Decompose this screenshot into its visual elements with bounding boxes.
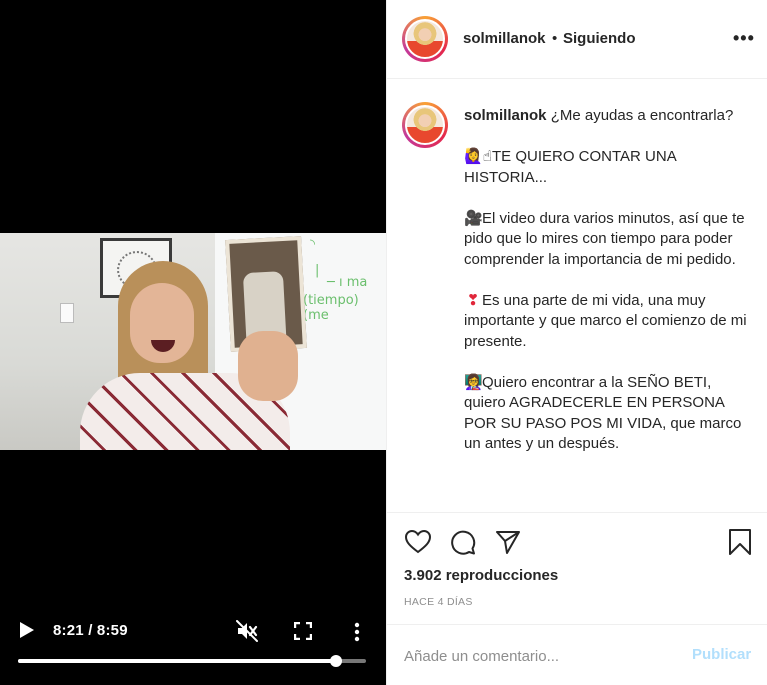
fullscreen-icon[interactable] [293, 621, 313, 641]
comment-input[interactable] [404, 646, 674, 666]
person-hands [238, 331, 298, 401]
more-options-icon[interactable] [352, 621, 362, 643]
light-switch [60, 303, 74, 323]
caption-line: TE QUIERO CONTAR UNA HISTORIA... [464, 148, 676, 186]
caption-paragraph: 🙋‍♀️☝TE QUIERO CONTAR UNA HISTORIA... [464, 147, 754, 188]
view-count[interactable]: 3.902 reproducciones [404, 567, 558, 584]
post-side-panel: solmillanok • Siguiendo ••• solmillanok … [386, 0, 767, 685]
mute-icon[interactable] [236, 620, 258, 642]
comment-bar: Publicar [387, 624, 767, 685]
avatar[interactable] [402, 16, 448, 62]
caption-paragraph: ❣ Es una parte de mi vida, una muy import… [464, 291, 754, 353]
save-bookmark-icon[interactable] [726, 528, 754, 556]
more-options-icon[interactable]: ••• [733, 28, 755, 49]
post-caption: solmillanok ¿Me ayudas a encontrarla? 🙋‍… [387, 80, 767, 512]
caption-paragraph: 👩‍🏫Quiero encontrar a la SEÑO BETI, quie… [464, 373, 754, 455]
comment-icon[interactable] [449, 528, 477, 556]
video-time: 8:21 / 8:59 [53, 622, 128, 639]
instagram-post-modal: ◝ | ─ ı ma (tiempo) (me 8:21 / 8:59 solm… [0, 0, 767, 685]
header-separator: • [552, 30, 558, 47]
post-date[interactable]: HACE 4 DÍAS [404, 596, 473, 608]
video-controls: 8:21 / 8:59 [0, 612, 386, 685]
caption-paragraph: 🎥El video dura varios minutos, así que t… [464, 209, 754, 271]
teacher-icon: 👩‍🏫 [464, 373, 483, 391]
heart-exclamation-icon: ❣ [466, 291, 480, 309]
video-progress-bar[interactable] [18, 655, 366, 667]
caption-line: El video dura varios minutos, así que te… [464, 209, 745, 268]
play-icon[interactable] [20, 622, 34, 638]
like-heart-icon[interactable] [404, 528, 432, 556]
caption-intro: ¿Me ayudas a encontrarla? [550, 107, 734, 124]
caption-line: Quiero encontrar a la SEÑO BETI, quiero … [464, 373, 742, 453]
video-frame[interactable]: ◝ | ─ ı ma (tiempo) (me [0, 233, 386, 450]
video-player[interactable]: ◝ | ─ ı ma (tiempo) (me 8:21 / 8:59 [0, 0, 386, 685]
following-button[interactable]: Siguiendo [563, 30, 636, 47]
post-header: solmillanok • Siguiendo ••• [387, 0, 767, 79]
share-icon[interactable] [494, 528, 522, 556]
woman-raising-hand-icon: 🙋‍♀️☝ [464, 148, 492, 165]
caption-text: solmillanok ¿Me ayudas a encontrarla? 🙋‍… [464, 106, 754, 455]
header-username[interactable]: solmillanok [463, 30, 546, 47]
caption-paragraph: solmillanok ¿Me ayudas a encontrarla? [464, 106, 754, 127]
caption-line: Es una parte de mi vida, una muy importa… [464, 291, 747, 350]
video-progress-fill [18, 659, 337, 663]
caption-avatar[interactable] [402, 102, 448, 148]
movie-camera-icon: 🎥 [464, 209, 483, 227]
post-actions [387, 512, 767, 572]
video-progress-handle[interactable] [330, 655, 343, 667]
publish-button[interactable]: Publicar [692, 646, 751, 663]
caption-username[interactable]: solmillanok [464, 107, 547, 124]
